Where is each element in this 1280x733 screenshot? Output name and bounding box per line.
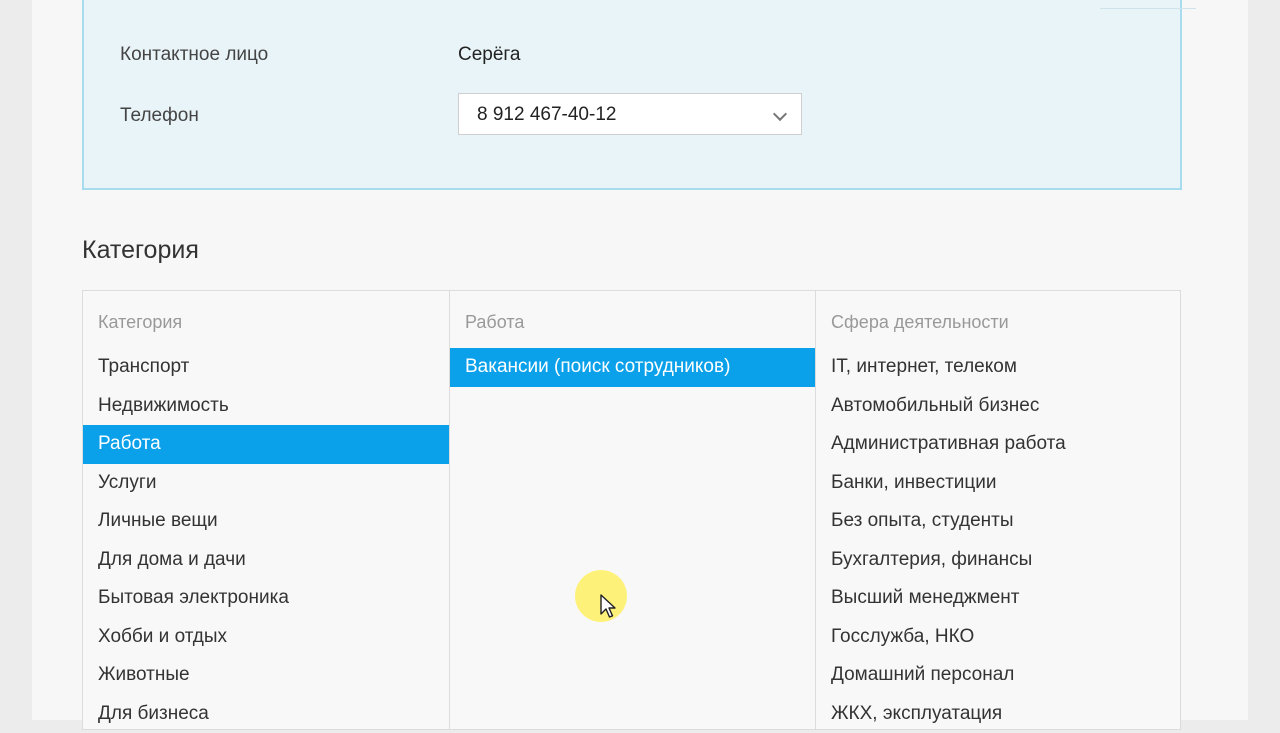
activity-sphere-column: Сфера деятельности IT, интернет, телеком… [815,291,1182,729]
contact-person-label: Контактное лицо [120,44,268,66]
list-item[interactable]: Домашний персонал [816,656,1182,695]
list-item[interactable]: ЖКХ, эксплуатация [816,695,1182,733]
list-item[interactable]: Вакансии (поиск сотрудников) [450,348,816,387]
list-item[interactable]: Без опыта, студенты [816,502,1182,541]
mouse-pointer-icon [600,594,616,620]
category-section-title: Категория [82,236,199,265]
list-item[interactable]: Административная работа [816,425,1182,464]
list-item[interactable]: Транспорт [83,348,449,387]
list-item[interactable]: Для дома и дачи [83,541,449,580]
contact-info-panel: Контактное лицо Серёга Телефон 8 912 467… [82,0,1182,190]
category-list: ТранспортНедвижимостьРаботаУслугиЛичные … [83,348,449,733]
list-item[interactable]: Госслужба, НКО [816,618,1182,657]
activity-sphere-list: IT, интернет, телекомАвтомобильный бизне… [816,348,1182,733]
chevron-down-icon [773,107,787,121]
list-item[interactable]: Работа [83,425,449,464]
phone-select[interactable]: 8 912 467-40-12 [458,93,802,135]
list-item[interactable]: IT, интернет, телеком [816,348,1182,387]
page-content: Контактное лицо Серёга Телефон 8 912 467… [32,0,1248,720]
contact-person-value: Серёга [458,44,521,66]
list-item[interactable]: Бытовая электроника [83,579,449,618]
list-item[interactable]: Животные [83,656,449,695]
column-header: Сфера деятельности [831,312,1009,333]
category-picker: Категория ТранспортНедвижимостьРаботаУсл… [82,290,1181,730]
list-item[interactable]: Недвижимость [83,387,449,426]
list-item[interactable]: Хобби и отдых [83,618,449,657]
category-column: Категория ТранспортНедвижимостьРаботаУсл… [83,291,449,729]
list-item[interactable]: Личные вещи [83,502,449,541]
subcategory-list: Вакансии (поиск сотрудников) [450,348,816,387]
list-item[interactable]: Для бизнеса [83,695,449,733]
phone-label: Телефон [120,105,199,127]
column-header: Категория [98,312,182,333]
column-header: Работа [465,312,524,333]
list-item[interactable]: Высший менеджмент [816,579,1182,618]
list-item[interactable]: Автомобильный бизнес [816,387,1182,426]
list-item[interactable]: Услуги [83,464,449,503]
list-item[interactable]: Банки, инвестиции [816,464,1182,503]
phone-select-value: 8 912 467-40-12 [477,104,616,126]
subcategory-column: Работа Вакансии (поиск сотрудников) [449,291,816,729]
list-item[interactable]: Бухгалтерия, финансы [816,541,1182,580]
divider [1100,8,1196,9]
